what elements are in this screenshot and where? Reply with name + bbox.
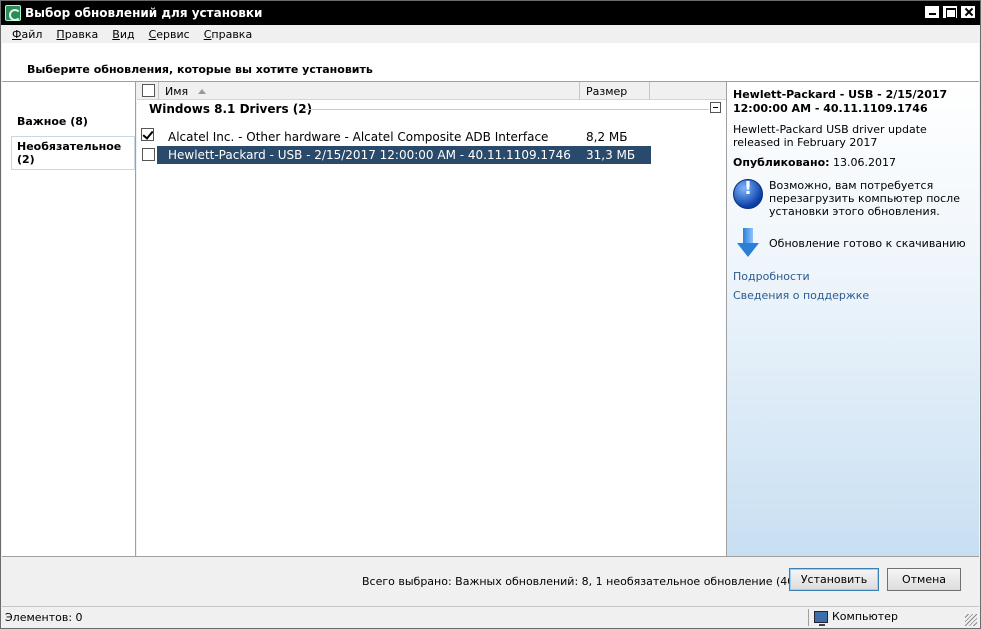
group-title: Windows 8.1 Drivers (2) <box>149 102 313 116</box>
info-icon <box>733 179 763 209</box>
status-zone-label: Компьютер <box>832 610 898 623</box>
category-nav: Важное (8) Необязательное (2) <box>2 82 136 556</box>
collapse-icon[interactable] <box>710 102 721 113</box>
menu-help-label: правка <box>211 27 253 41</box>
menu-edit[interactable]: Правка <box>49 28 105 41</box>
menu-view[interactable]: Вид <box>105 28 141 41</box>
details-link[interactable]: Подробности <box>733 270 973 283</box>
maximize-icon[interactable] <box>942 5 958 19</box>
menu-help[interactable]: Справка <box>197 28 259 41</box>
group-divider <box>303 109 709 110</box>
status-items-count: Элементов: 0 <box>5 611 83 624</box>
selection-summary: Всего выбрано: Важных обновлений: 8, 1 н… <box>362 575 837 588</box>
page-header: Выберите обновления, которые вы хотите у… <box>2 43 979 82</box>
menu-file-label: айл <box>21 27 43 41</box>
menu-edit-label: равка <box>64 27 99 41</box>
sort-asc-icon <box>198 88 207 94</box>
status-bar: Элементов: 0 Компьютер <box>2 606 979 628</box>
column-size-label: Размер <box>586 84 628 98</box>
update-row[interactable]: Alcatel Inc. - Other hardware - Alcatel … <box>141 128 651 146</box>
menu-tools-label: ервис <box>156 27 190 41</box>
window-controls <box>924 5 976 19</box>
select-all-column[interactable] <box>137 82 159 100</box>
update-name: Hewlett-Packard - USB - 2/15/2017 12:00:… <box>168 148 571 162</box>
column-name[interactable]: Имя <box>159 82 580 100</box>
title-bar[interactable]: Выбор обновлений для установки <box>1 1 980 25</box>
page-title: Выберите обновления, которые вы хотите у… <box>27 63 373 76</box>
details-title: Hewlett-Packard - USB - 2/15/2017 12:00:… <box>733 88 948 115</box>
status-zone: Компьютер <box>814 610 898 626</box>
column-name-label: Имя <box>165 84 189 98</box>
computer-icon <box>814 610 828 626</box>
status-separator <box>808 609 809 626</box>
menu-bar: Файл Правка Вид Сервис Справка <box>1 25 980 43</box>
menu-tools[interactable]: Сервис <box>142 28 197 41</box>
update-name: Alcatel Inc. - Other hardware - Alcatel … <box>168 130 549 144</box>
menu-edit-accel: П <box>56 27 65 41</box>
column-header: Имя Размер <box>137 82 726 100</box>
cancel-button[interactable]: Отмена <box>887 568 961 591</box>
update-size: 8,2 МБ <box>586 130 628 144</box>
published-label: Опубликовано: <box>733 156 830 169</box>
size-grip-icon[interactable] <box>965 614 977 626</box>
update-size: 31,3 МБ <box>586 148 636 162</box>
menu-view-accel: В <box>112 27 120 41</box>
download-note: Обновление готово к скачиванию <box>769 237 966 250</box>
update-row[interactable]: Hewlett-Packard - USB - 2/15/2017 12:00:… <box>157 146 651 164</box>
published-value: 13.06.2017 <box>833 156 897 169</box>
support-info-link[interactable]: Сведения о поддержке <box>733 289 973 302</box>
details-published: Опубликовано: 13.06.2017 <box>733 156 973 169</box>
details-pane: Hewlett-Packard - USB - 2/15/2017 12:00:… <box>726 82 979 556</box>
restart-notice: Возможно, вам потребуется перезагрузить … <box>733 179 973 218</box>
windows-update-icon <box>5 5 21 21</box>
minimize-icon[interactable] <box>924 5 940 19</box>
nav-important[interactable]: Важное (8) <box>12 112 93 131</box>
menu-file[interactable]: Файл <box>5 28 49 41</box>
close-icon[interactable] <box>960 5 976 19</box>
nav-optional[interactable]: Необязательное (2) <box>11 136 135 170</box>
details-description: Hewlett-Packard USB driver update releas… <box>733 123 927 149</box>
install-button[interactable]: Установить <box>789 568 879 591</box>
update-checkbox[interactable] <box>142 148 155 161</box>
window: Выбор обновлений для установки Файл Прав… <box>0 0 981 629</box>
update-checkbox[interactable] <box>141 128 154 141</box>
download-notice: Обновление готово к скачиванию <box>733 228 973 262</box>
select-all-checkbox[interactable] <box>142 84 155 97</box>
restart-note: Возможно, вам потребуется перезагрузить … <box>769 179 960 218</box>
updates-list: Имя Размер Windows 8.1 Drivers (2) Alcat… <box>137 82 726 556</box>
menu-view-label: ид <box>119 27 135 41</box>
window-title: Выбор обновлений для установки <box>25 6 263 20</box>
action-bar: Всего выбрано: Важных обновлений: 8, 1 н… <box>2 556 979 606</box>
download-arrow-icon <box>737 228 759 260</box>
column-size[interactable]: Размер <box>580 82 650 100</box>
